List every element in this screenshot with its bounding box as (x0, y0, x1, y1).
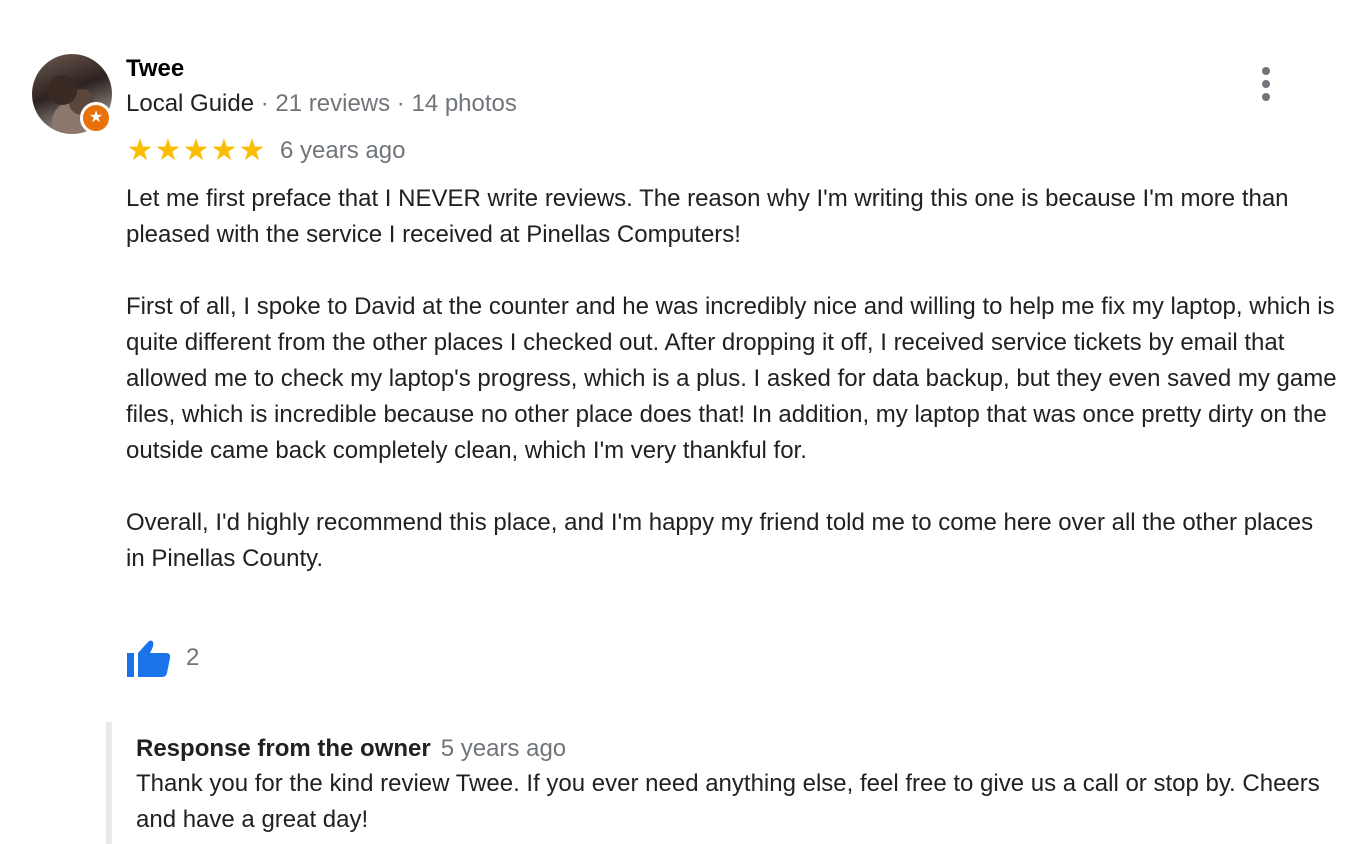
reviewer-level: Local Guide (126, 90, 255, 117)
owner-response: Response from the owner 5 years ago Than… (106, 722, 1346, 844)
reviewer-review-count: 21 reviews (275, 90, 391, 117)
like-button[interactable] (126, 636, 174, 680)
more-vert-icon (1262, 93, 1270, 101)
star-icon: ★ (182, 134, 210, 167)
star-rating: ★ ★ ★ ★ ★ (126, 136, 266, 166)
star-icon: ★ (154, 134, 182, 167)
review-paragraph: First of all, I spoke to David at the co… (126, 293, 1337, 464)
owner-response-header: Response from the owner 5 years ago (136, 734, 1346, 764)
owner-response-text: Thank you for the kind review Twee. If y… (136, 770, 1320, 833)
review-date: 6 years ago (280, 137, 406, 164)
review-card: ★ Twee Local Guide · 21 reviews · 14 pho… (0, 0, 1364, 844)
review-paragraph: Let me first preface that I NEVER write … (126, 185, 1289, 248)
owner-response-date: 5 years ago (440, 735, 567, 762)
more-vert-icon (1262, 67, 1270, 75)
local-guide-badge-icon: ★ (80, 102, 112, 134)
star-icon: ★ (126, 134, 154, 167)
review-body: Let me first preface that I NEVER write … (126, 181, 1338, 577)
like-count: 2 (186, 644, 200, 671)
thumbs-up-icon (127, 640, 171, 677)
rating-row: ★ ★ ★ ★ ★ 6 years ago (126, 135, 406, 167)
review-paragraph: Overall, I'd highly recommend this place… (126, 509, 1314, 572)
reviewer-photo-count: 14 photos (411, 90, 517, 117)
more-options-button[interactable] (1252, 64, 1280, 104)
like-row: 2 (126, 636, 199, 680)
owner-response-title: Response from the owner (136, 735, 431, 762)
reviewer-name[interactable]: Twee (126, 54, 184, 84)
more-vert-icon (1262, 80, 1270, 88)
meta-separator: · (254, 90, 276, 117)
reviewer-meta: Local Guide · 21 reviews · 14 photos (126, 89, 517, 119)
star-icon: ★ (238, 134, 266, 167)
star-icon: ★ (210, 134, 238, 167)
meta-separator: · (390, 90, 412, 117)
